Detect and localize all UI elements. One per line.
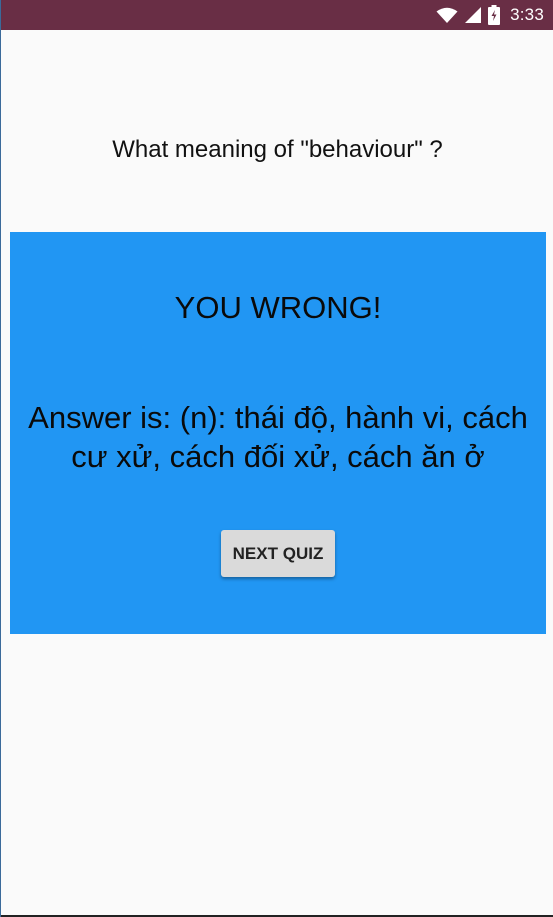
- answer-text: Answer is: (n): thái độ, hành vi, cách c…: [28, 400, 528, 474]
- status-bar: 3:33: [1, 0, 553, 30]
- status-time: 3:33: [510, 5, 544, 24]
- next-quiz-button[interactable]: NEXT QUIZ: [221, 530, 335, 577]
- result-card: YOU WRONG! Answer is: (n): thái độ, hành…: [10, 232, 546, 634]
- battery-icon: [488, 5, 501, 25]
- signal-icon: [465, 7, 482, 23]
- status-icons: 3:33: [436, 0, 544, 30]
- question-text: What meaning of "behaviour" ?: [112, 136, 443, 163]
- result-title: YOU WRONG!: [174, 290, 382, 325]
- wifi-icon: [436, 7, 458, 23]
